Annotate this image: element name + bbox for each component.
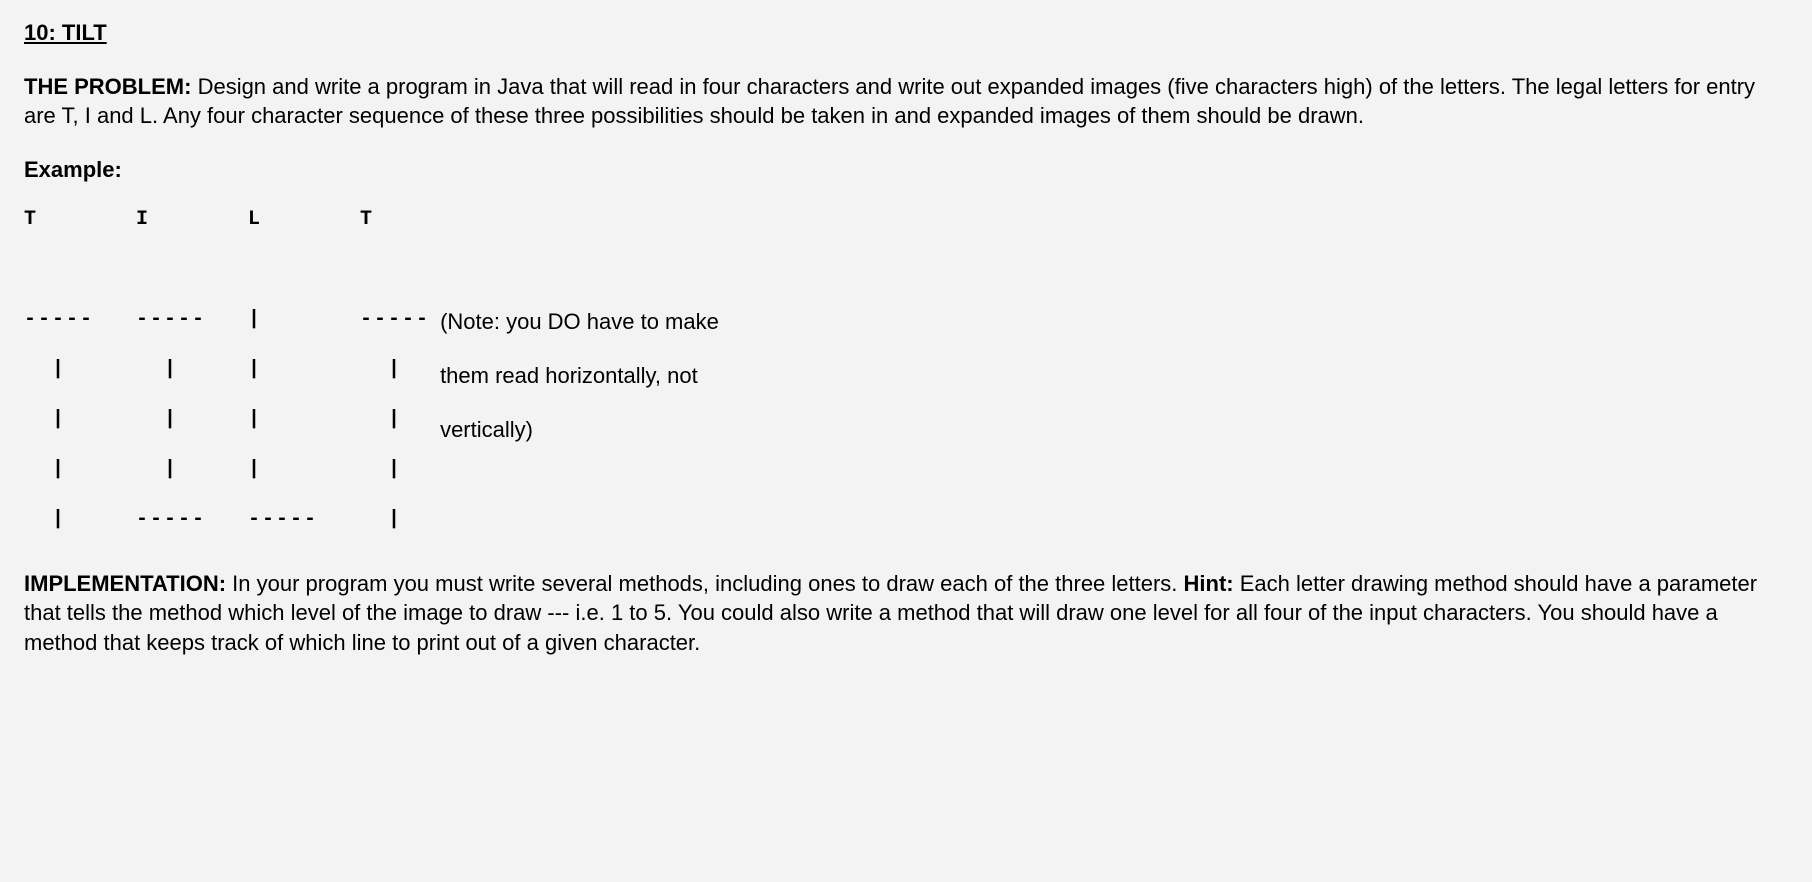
problem-text: Design and write a program in Java that … — [24, 74, 1755, 129]
implementation-label: IMPLEMENTATION: — [24, 571, 226, 596]
example-area: T I L T ----- ----- | ----- | | | | | | … — [24, 195, 1788, 545]
implementation-text-1: In your program you must write several m… — [226, 571, 1183, 596]
note-line: vertically) — [440, 403, 719, 457]
note-line: them read horizontally, not — [440, 349, 719, 403]
implementation-section: IMPLEMENTATION: In your program you must… — [24, 569, 1788, 658]
example-note: (Note: you DO have to make them read hor… — [430, 195, 719, 457]
problem-label: THE PROBLEM: — [24, 74, 191, 99]
example-label: Example: — [24, 155, 1788, 185]
example-section: Example: T I L T ----- ----- | ----- | |… — [24, 155, 1788, 545]
ascii-art: T I L T ----- ----- | ----- | | | | | | … — [24, 195, 430, 545]
hint-label: Hint: — [1184, 571, 1234, 596]
problem-section: THE PROBLEM: Design and write a program … — [24, 72, 1788, 131]
note-line: (Note: you DO have to make — [440, 295, 719, 349]
page-title: 10: TILT — [24, 18, 1788, 48]
